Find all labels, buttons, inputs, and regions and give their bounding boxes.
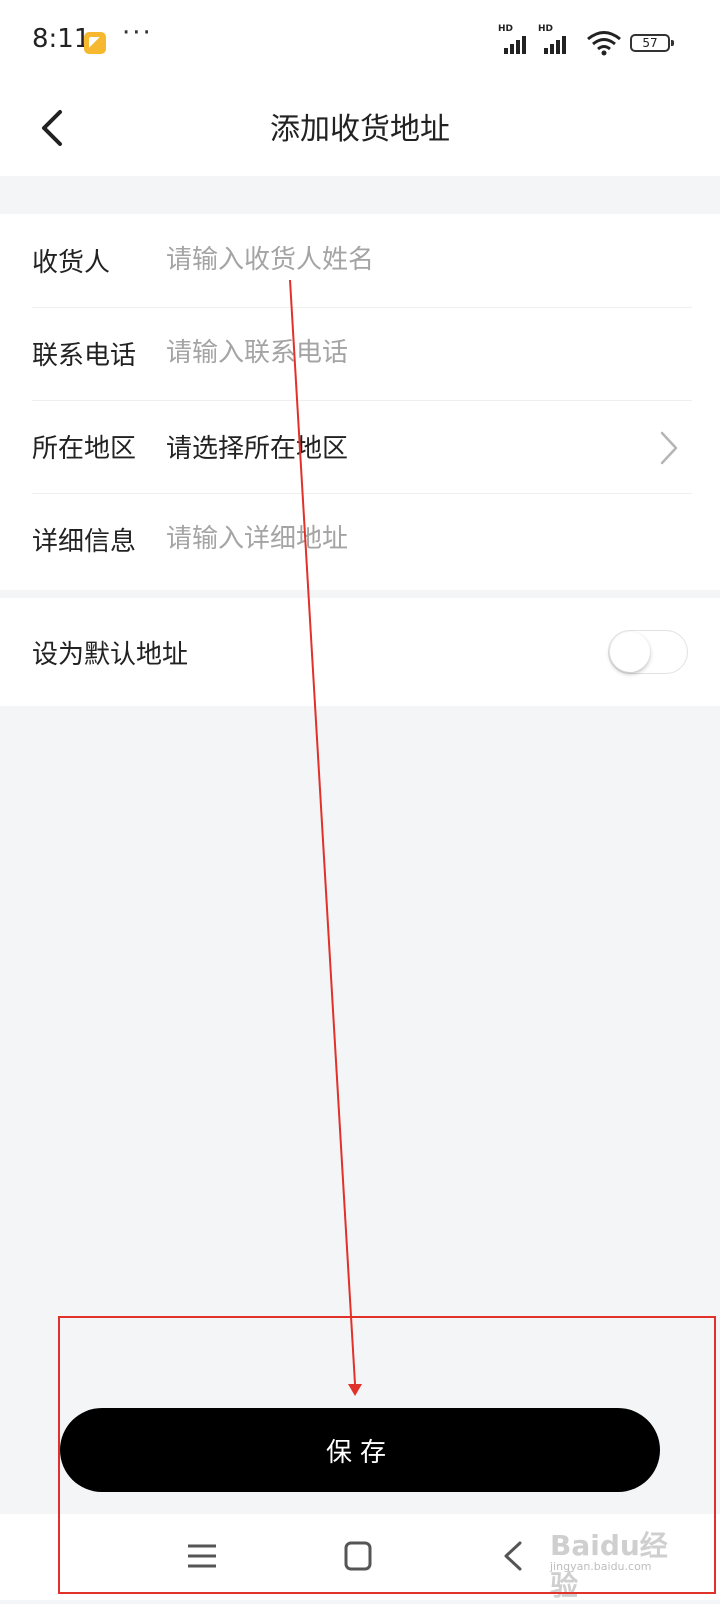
nav-header: 添加收货地址 (0, 84, 720, 176)
cellular-signal-icon: HD (498, 24, 532, 54)
phone-row: 联系电话 (32, 307, 692, 401)
status-time: 8:11 (32, 24, 91, 54)
save-button[interactable]: 保存 (60, 1408, 660, 1492)
address-form: 收货人 联系电话 所在地区 请选择所在地区 详细信息 (0, 214, 720, 590)
battery-icon: 57 (630, 34, 674, 52)
toggle-knob (610, 632, 650, 672)
cellular-signal-icon-2: HD (538, 24, 572, 54)
notification-app-icon (84, 32, 106, 54)
status-bar: 8:11 ··· HD HD 57 (0, 0, 720, 84)
detail-row: 详细信息 (32, 493, 692, 586)
menu-icon[interactable] (184, 1540, 220, 1572)
detail-address-input[interactable] (166, 515, 646, 563)
recipient-label: 收货人 (32, 248, 111, 278)
battery-level: 57 (642, 36, 658, 50)
phone-label: 联系电话 (32, 341, 137, 371)
page-title: 添加收货地址 (270, 112, 450, 147)
recipient-name-input[interactable] (166, 236, 646, 284)
wifi-icon (587, 31, 621, 56)
default-address-label: 设为默认地址 (32, 640, 189, 670)
detail-label: 详细信息 (32, 527, 137, 557)
region-label: 所在地区 (32, 434, 137, 464)
phone-input[interactable] (166, 329, 646, 377)
region-selector[interactable]: 所在地区 请选择所在地区 (32, 400, 692, 494)
chevron-right-icon (660, 431, 678, 465)
region-value: 请选择所在地区 (166, 434, 349, 464)
default-address-row: 设为默认地址 (0, 598, 720, 706)
system-back-icon[interactable] (496, 1540, 532, 1572)
more-notifications-icon: ··· (122, 18, 153, 48)
system-nav-bar (0, 1514, 720, 1600)
home-icon[interactable] (340, 1540, 376, 1572)
recipient-row: 收货人 (32, 214, 692, 308)
default-address-toggle[interactable] (608, 630, 688, 674)
